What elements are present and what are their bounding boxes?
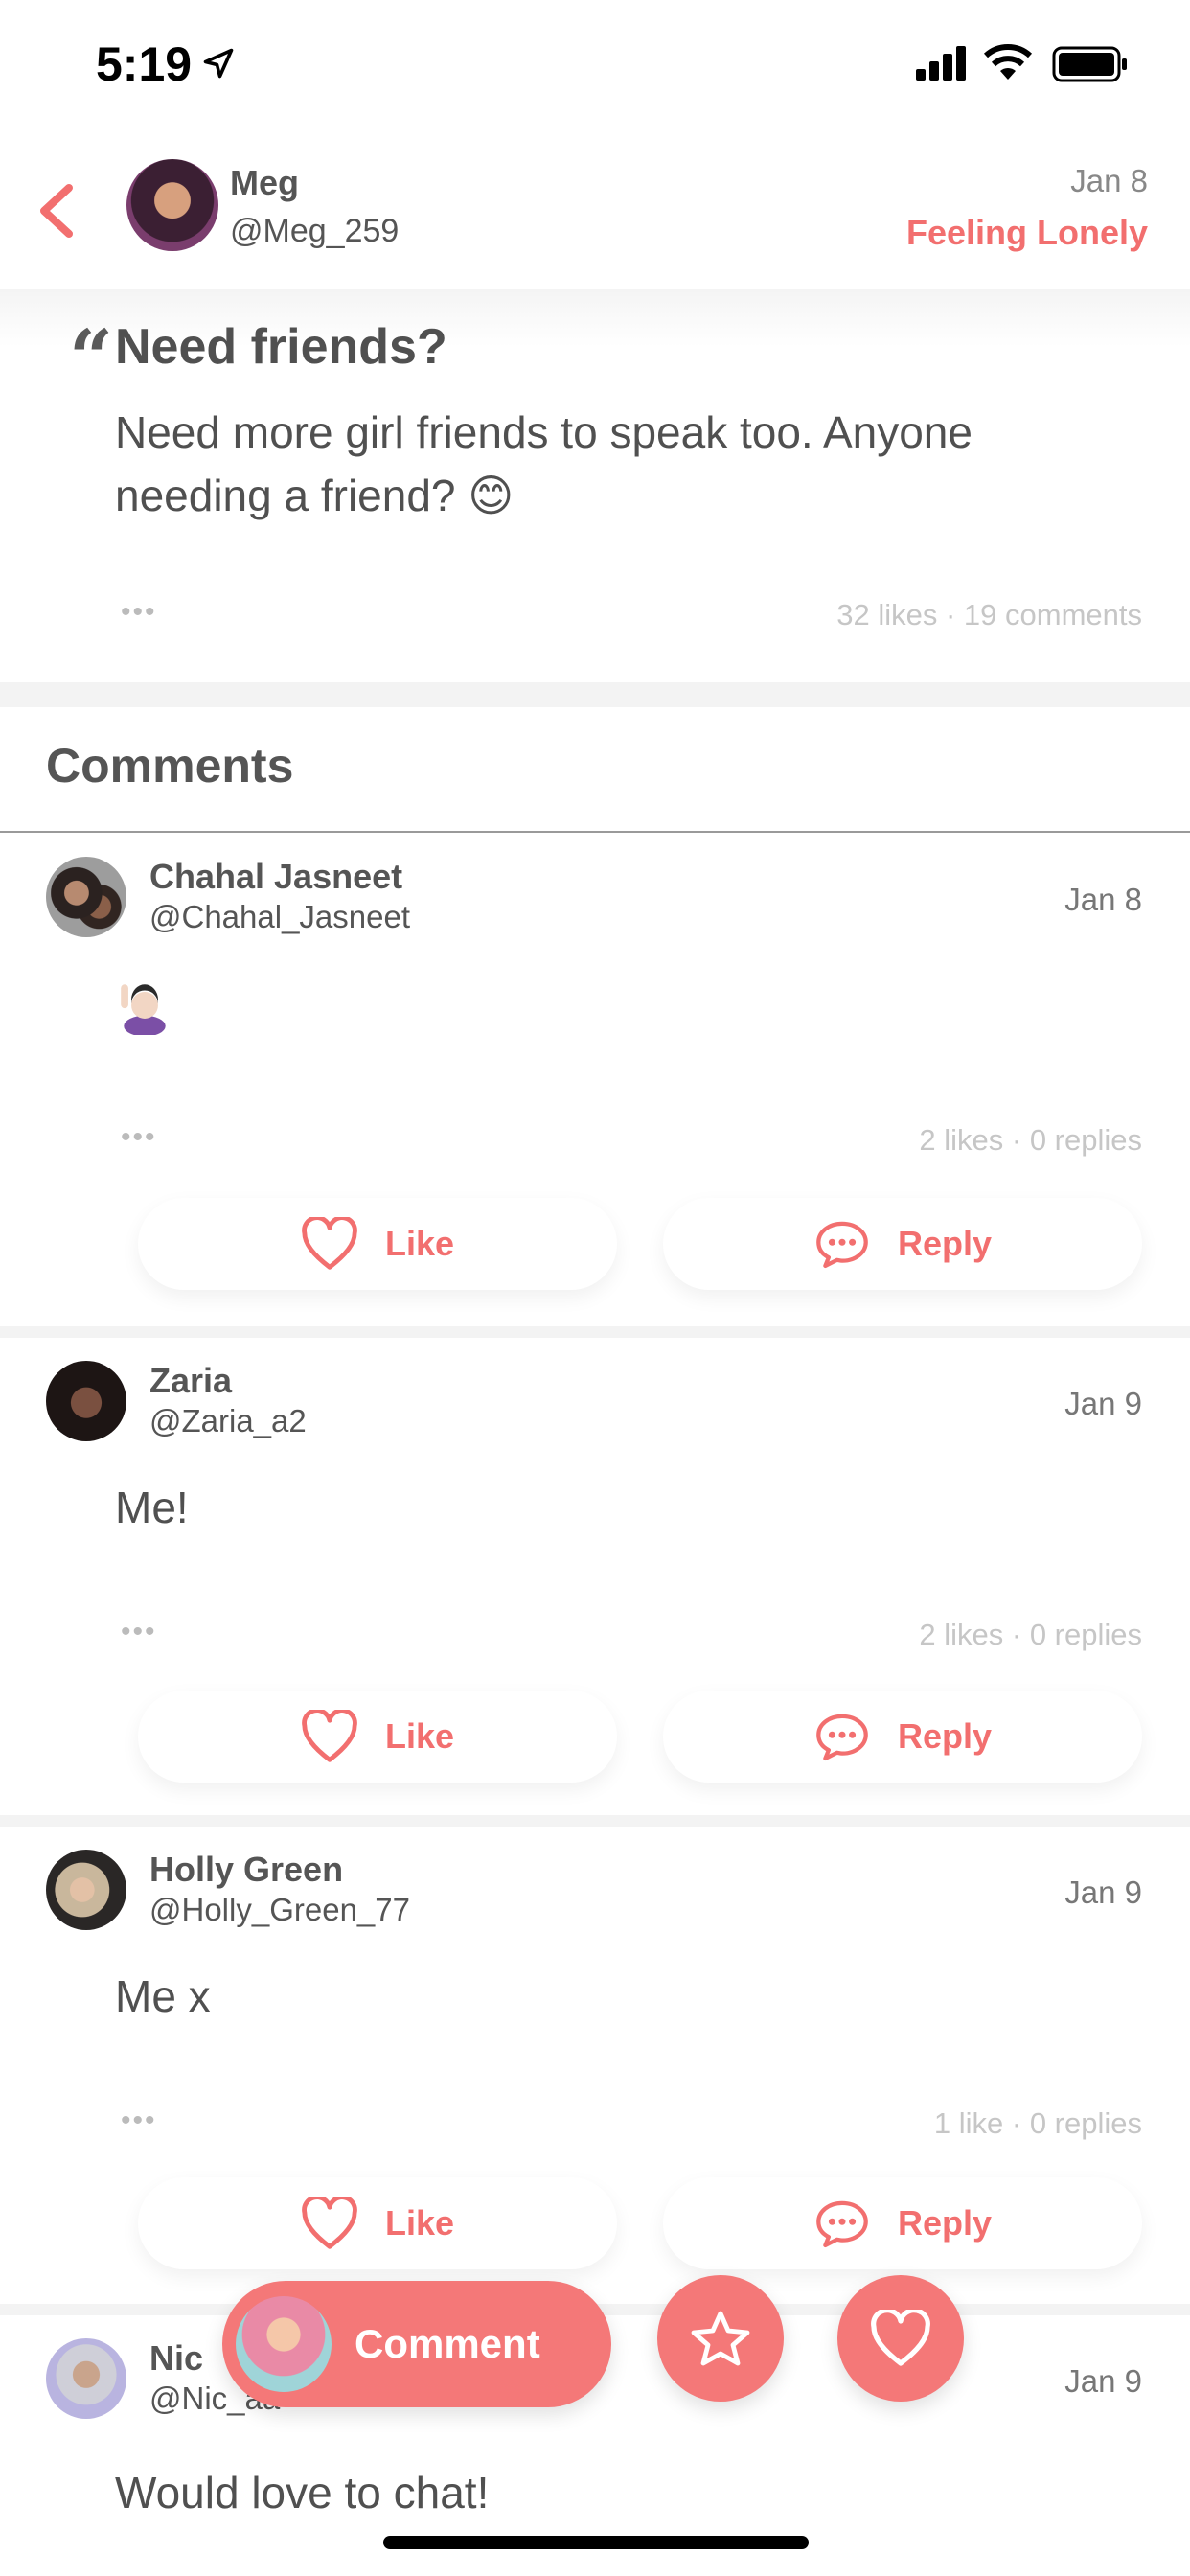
like-label: Like xyxy=(384,1716,455,1756)
comment-item: Chahal Jasneet @Chahal_Jasneet Jan 8 •••… xyxy=(0,834,1190,1332)
reply-label: Reply xyxy=(897,1224,993,1263)
like-button[interactable]: Like xyxy=(138,2177,617,2269)
star-icon xyxy=(691,2311,750,2366)
comment-more-button[interactable]: ••• xyxy=(121,1616,157,1648)
comment-button[interactable]: Comment xyxy=(222,2281,611,2407)
comment-text: Me! xyxy=(115,1483,189,1532)
commenter-name[interactable]: Zaria xyxy=(149,1361,232,1401)
reply-button[interactable]: Reply xyxy=(663,1690,1142,1782)
comment-date: Jan 9 xyxy=(1064,2363,1142,2399)
reply-label: Reply xyxy=(897,1716,993,1756)
heart-icon xyxy=(302,1710,357,1762)
location-arrow-icon xyxy=(203,48,234,79)
commenter-handle: @Holly_Green_77 xyxy=(149,1892,410,1927)
comment-more-button[interactable]: ••• xyxy=(121,2104,157,2137)
comment-more-button[interactable]: ••• xyxy=(121,1121,157,1154)
commenter-name[interactable]: Holly Green xyxy=(149,1850,343,1890)
comment-stats: 1 like · 0 replies xyxy=(933,2106,1142,2140)
status-bar: 5:19 xyxy=(0,0,1190,134)
comment-date: Jan 9 xyxy=(1064,1386,1142,1421)
heart-icon xyxy=(302,1217,357,1270)
like-label: Like xyxy=(384,2203,455,2242)
post-mood-tag: Feeling Lonely xyxy=(905,213,1148,252)
commenter-name[interactable]: Chahal Jasneet xyxy=(149,857,402,897)
post-header: Meg @Meg_259 Jan 8 Feeling Lonely xyxy=(0,134,1190,288)
comment-stats: 2 likes · 0 replies xyxy=(919,1123,1142,1157)
author-name[interactable]: Meg xyxy=(230,163,299,203)
back-chevron-icon[interactable] xyxy=(34,182,77,240)
commenter-handle: @Zaria_a2 xyxy=(149,1403,307,1438)
home-indicator[interactable] xyxy=(383,2536,809,2549)
speech-bubble-icon xyxy=(816,2200,868,2248)
commenter-handle: @Chahal_Jasneet xyxy=(149,899,411,934)
like-button[interactable]: Like xyxy=(138,1690,617,1782)
comment-stats: 2 likes · 0 replies xyxy=(919,1618,1142,1651)
comment-text: Me x xyxy=(115,1971,211,2021)
comment-date: Jan 8 xyxy=(1064,882,1142,917)
reply-button[interactable]: Reply xyxy=(663,1198,1142,1290)
wifi-icon xyxy=(983,44,1033,80)
comments-heading: Comments xyxy=(46,739,294,793)
commenter-name[interactable]: Nic xyxy=(149,2338,203,2379)
favorite-button[interactable] xyxy=(657,2275,784,2402)
speech-bubble-icon xyxy=(816,1221,868,1269)
post-body: Need more girl friends to speak too. Any… xyxy=(115,407,973,520)
reply-label: Reply xyxy=(897,2203,993,2242)
post-stats: 32 likes · 19 comments xyxy=(836,598,1142,632)
commenter-avatar[interactable] xyxy=(46,2338,126,2419)
reply-button[interactable]: Reply xyxy=(663,2177,1142,2269)
section-divider xyxy=(0,682,1190,707)
comment-item: Holly Green @Holly_Green_77 Jan 9 Me x •… xyxy=(0,1827,1190,2306)
like-post-button[interactable] xyxy=(837,2275,964,2402)
post-title: Need friends? xyxy=(115,319,447,375)
post-date: Jan 8 xyxy=(1070,163,1148,198)
like-button[interactable]: Like xyxy=(138,1198,617,1290)
quote-mark: “ xyxy=(69,312,114,402)
comment-separator xyxy=(0,1326,1190,1338)
comment-separator xyxy=(0,1815,1190,1827)
author-avatar[interactable] xyxy=(126,159,218,251)
battery-icon xyxy=(1052,46,1127,82)
author-handle: @Meg_259 xyxy=(230,213,400,249)
post-more-button[interactable]: ••• xyxy=(121,596,157,629)
raised-hand-woman-icon xyxy=(121,984,166,1035)
comment-date: Jan 9 xyxy=(1064,1874,1142,1910)
commenter-avatar[interactable] xyxy=(46,1361,126,1441)
comment-text: Would love to chat! xyxy=(115,2468,490,2518)
signal-icon xyxy=(916,46,966,80)
commenter-avatar[interactable] xyxy=(46,857,126,937)
comment-item: Zaria @Zaria_a2 Jan 9 Me! ••• 2 likes · … xyxy=(0,1338,1190,1817)
commenter-avatar[interactable] xyxy=(46,1850,126,1930)
heart-icon xyxy=(302,2196,357,2249)
like-label: Like xyxy=(384,1224,455,1263)
comments-divider xyxy=(0,831,1190,833)
speech-bubble-icon xyxy=(816,1714,868,1761)
comment-button-label: Comment xyxy=(355,2321,540,2366)
user-avatar xyxy=(236,2296,332,2392)
post-card: “ Need friends? Need more girl friends t… xyxy=(0,289,1190,682)
status-time: 5:19 xyxy=(96,37,193,91)
heart-icon xyxy=(871,2310,930,2366)
